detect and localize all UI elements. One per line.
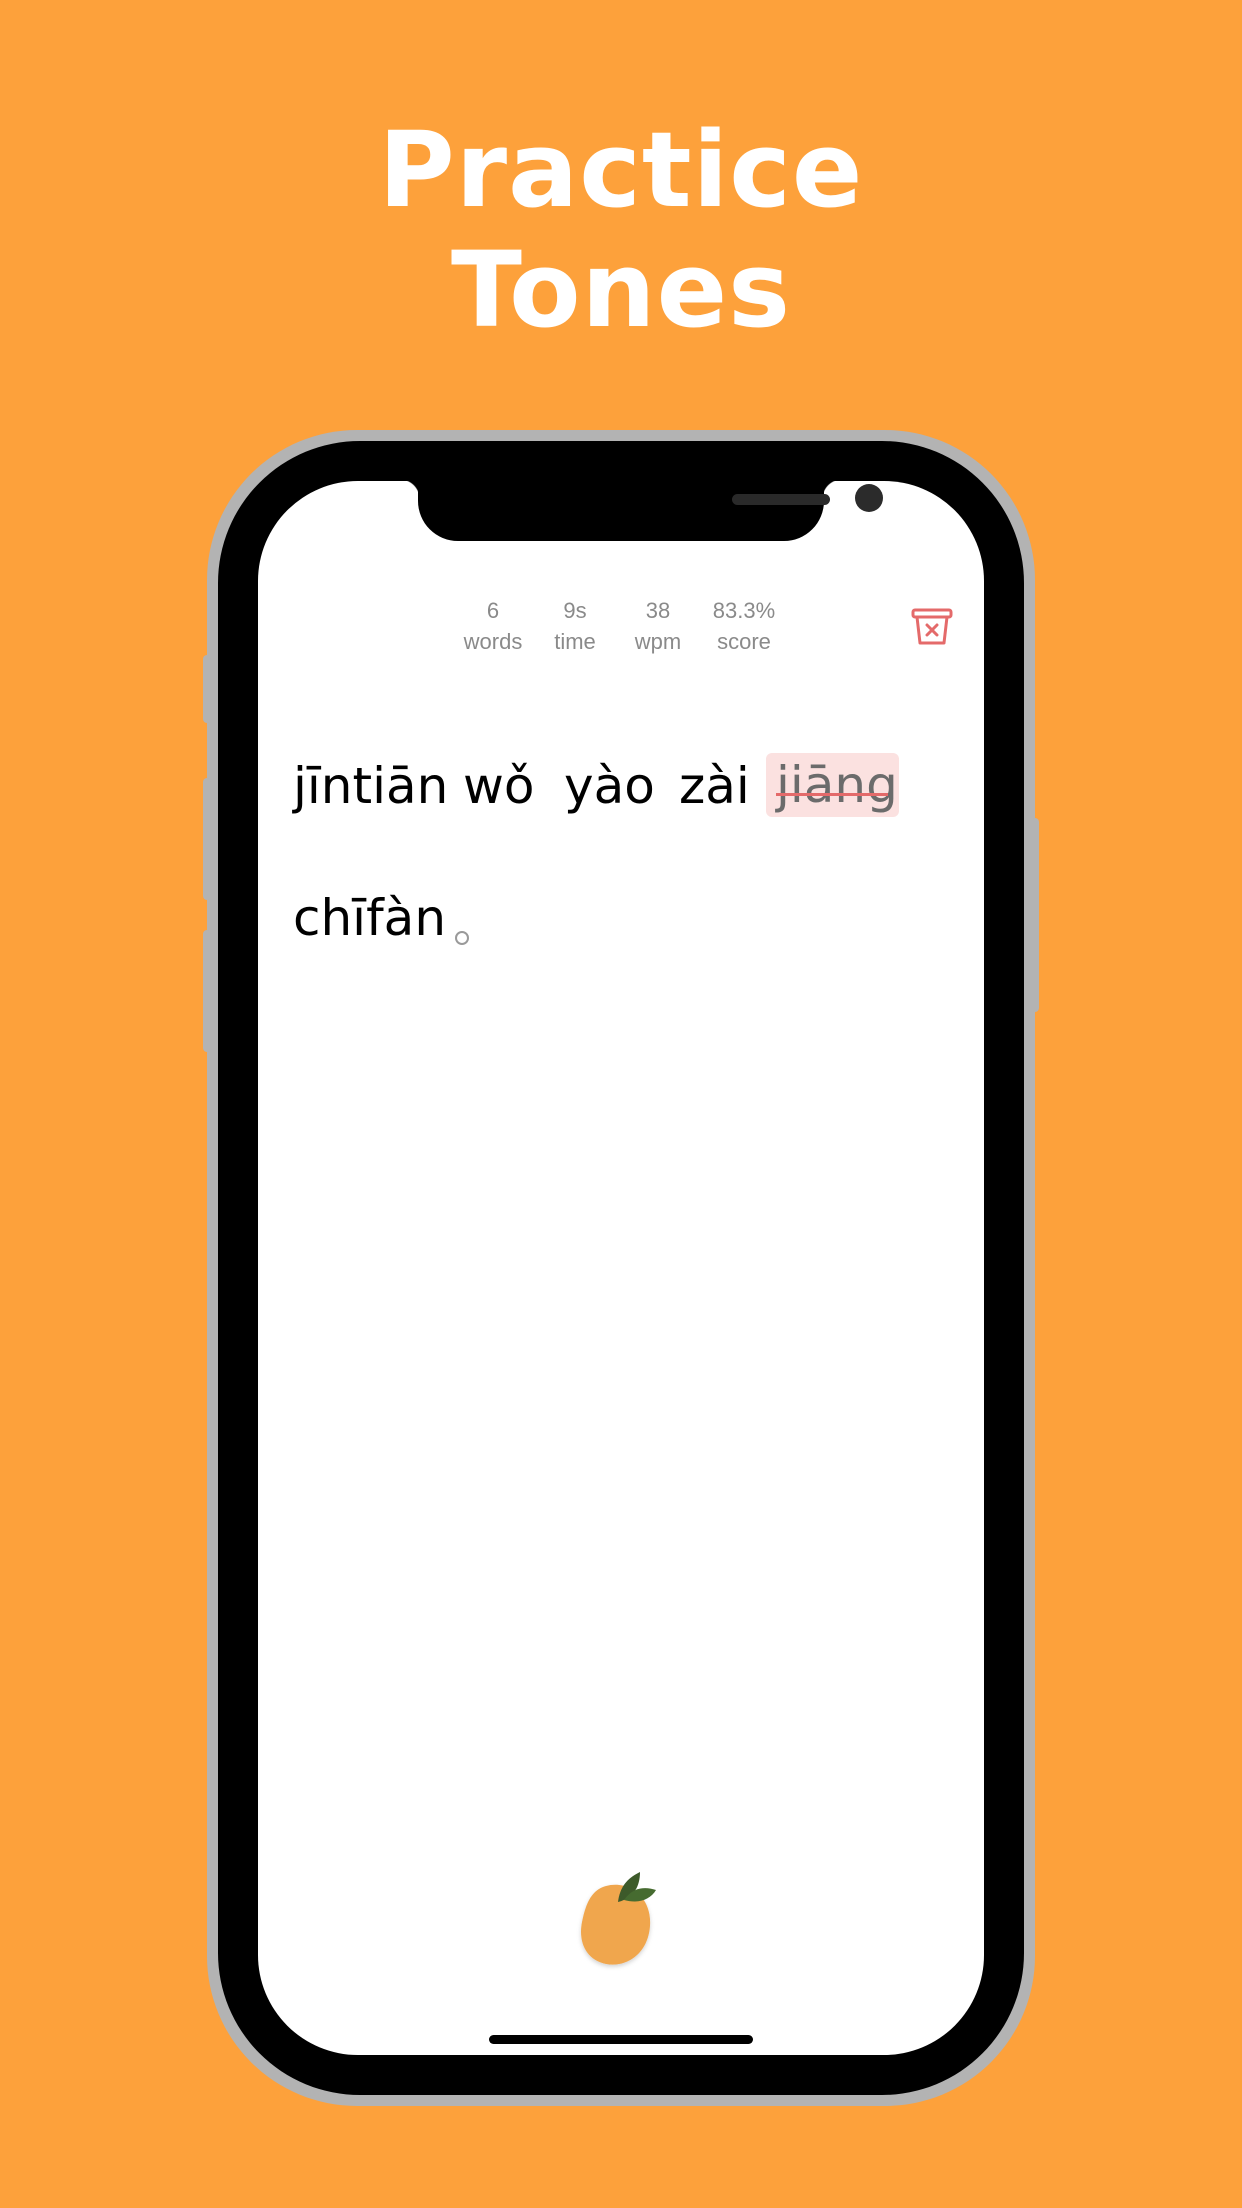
- text-cursor: [455, 931, 469, 945]
- front-camera: [855, 484, 883, 512]
- phone-volume-up-button: [203, 778, 211, 900]
- headline-line-1: Practice: [378, 109, 864, 231]
- pinyin-word: zài: [679, 757, 750, 815]
- orange-fruit-icon: [566, 1856, 676, 1981]
- speaker-grille: [732, 494, 830, 505]
- phone-volume-down-button: [203, 930, 211, 1052]
- home-indicator[interactable]: [489, 2035, 753, 2044]
- strikethrough-line: [776, 793, 888, 796]
- headline-line-2: Tones: [450, 229, 792, 351]
- reset-button[interactable]: [910, 607, 954, 647]
- pinyin-word-incorrect: jiāng: [766, 753, 899, 817]
- phone-screen: 6 words 9s time 38 wpm 83.3% score jīnti…: [258, 481, 984, 2055]
- promo-headline: Practice Tones: [0, 110, 1242, 350]
- phone-silent-switch: [203, 655, 211, 723]
- pinyin-word-incorrect-text: jiāng: [776, 756, 898, 814]
- trash-x-icon: [911, 608, 953, 645]
- stat-score-label: score: [717, 629, 771, 654]
- pinyin-word: chīfàn: [293, 889, 447, 947]
- stat-score: 83.3% score: [689, 595, 799, 657]
- stat-score-value: 83.3%: [712, 598, 776, 623]
- pinyin-word: wǒ: [463, 757, 535, 815]
- phone-power-button: [1031, 818, 1039, 1012]
- pinyin-word: yào: [564, 757, 655, 815]
- notch: [418, 481, 883, 541]
- pinyin-word: jīntiān: [293, 757, 449, 815]
